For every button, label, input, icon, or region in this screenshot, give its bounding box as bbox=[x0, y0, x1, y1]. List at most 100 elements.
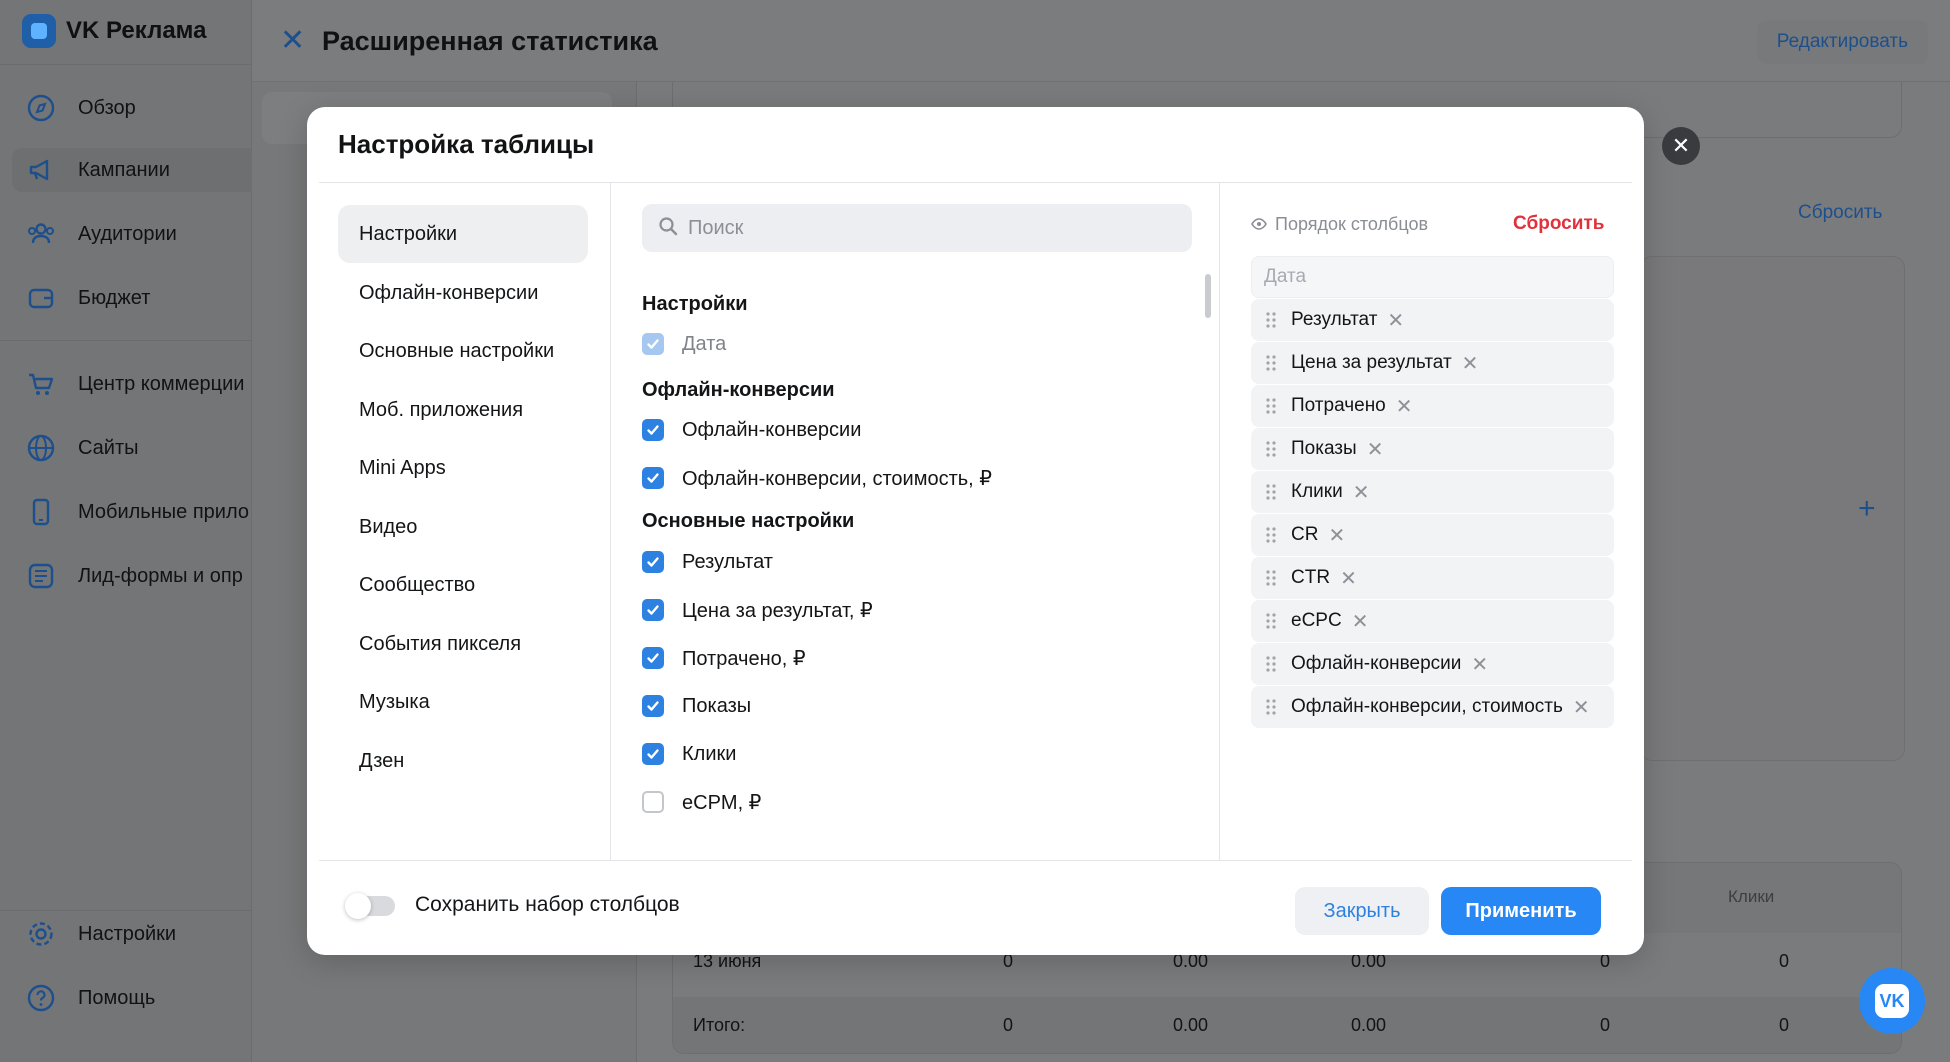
column-option-offline-conversions-cost[interactable]: Офлайн-конверсии, стоимость, ₽ bbox=[642, 463, 992, 493]
checkbox-checked[interactable] bbox=[642, 743, 664, 765]
edit-button[interactable]: Редактировать bbox=[1756, 20, 1928, 64]
column-option-ecpm[interactable]: eCPM, ₽ bbox=[642, 787, 761, 817]
drag-handle-icon[interactable] bbox=[1251, 613, 1291, 629]
search-input[interactable] bbox=[688, 216, 1168, 240]
sidebar-item-audiences[interactable]: Аудитории bbox=[24, 212, 252, 256]
close-button[interactable]: Закрыть bbox=[1295, 887, 1429, 935]
drag-handle-icon[interactable] bbox=[1251, 355, 1291, 371]
column-option-cost-per-result[interactable]: Цена за результат, ₽ bbox=[642, 595, 873, 625]
table-total-label: Итого: bbox=[693, 1015, 746, 1035]
drag-handle-icon[interactable] bbox=[1251, 441, 1291, 457]
add-icon[interactable]: + bbox=[1858, 492, 1876, 526]
column-option-label: Дата bbox=[682, 332, 727, 355]
column-chip-label: Офлайн-конверсии bbox=[1291, 653, 1462, 674]
save-columns-toggle[interactable] bbox=[345, 893, 395, 919]
apply-button[interactable]: Применить bbox=[1441, 887, 1601, 935]
drag-handle-icon[interactable] bbox=[1251, 699, 1291, 715]
users-icon bbox=[24, 217, 58, 251]
drag-handle-icon[interactable] bbox=[1251, 527, 1291, 543]
drag-handle-icon[interactable] bbox=[1251, 398, 1291, 414]
nav-item-main-settings[interactable]: Основные настройки bbox=[338, 322, 588, 380]
checkbox-checked[interactable] bbox=[642, 419, 664, 441]
remove-column-icon[interactable]: ✕ bbox=[1367, 437, 1384, 462]
modal-header-divider bbox=[319, 182, 1632, 183]
sidebar-item-overview[interactable]: Обзор bbox=[24, 86, 252, 130]
remove-column-icon[interactable]: ✕ bbox=[1471, 652, 1488, 677]
sidebar-item-label: Центр коммерции bbox=[78, 372, 245, 395]
save-columns-label: Сохранить набор столбцов bbox=[415, 893, 680, 916]
column-option-date: Дата bbox=[642, 329, 726, 359]
sidebar-item-commerce[interactable]: Центр коммерции bbox=[24, 362, 252, 406]
sidebar-item-label: Настройки bbox=[78, 922, 177, 945]
sidebar-item-label: Помощь bbox=[78, 986, 156, 1009]
nav-item-mobile-apps[interactable]: Моб. приложения bbox=[338, 381, 588, 439]
remove-column-icon[interactable]: ✕ bbox=[1462, 351, 1479, 376]
column-option-impressions[interactable]: Показы bbox=[642, 691, 751, 721]
column-option-result[interactable]: Результат bbox=[642, 547, 773, 577]
remove-column-icon[interactable]: ✕ bbox=[1387, 308, 1404, 333]
sidebar-item-sites[interactable]: Сайты bbox=[24, 426, 252, 470]
drag-handle-icon[interactable] bbox=[1251, 656, 1291, 672]
sidebar-item-campaigns[interactable]: Кампании bbox=[12, 148, 252, 192]
column-chip[interactable]: Офлайн-конверсии, стоимость ✕ bbox=[1251, 686, 1614, 728]
column-chip[interactable]: eCPC ✕ bbox=[1251, 600, 1614, 642]
column-chip[interactable]: CR ✕ bbox=[1251, 514, 1614, 556]
nav-item-video[interactable]: Видео bbox=[338, 498, 588, 556]
nav-item-pixel-events[interactable]: События пикселя bbox=[338, 615, 588, 673]
table-cell: 0 bbox=[1600, 1015, 1611, 1035]
column-chip[interactable]: CTR ✕ bbox=[1251, 557, 1614, 599]
search-box[interactable] bbox=[642, 204, 1192, 252]
column-chip-label: eCPC bbox=[1291, 610, 1342, 631]
nav-item-dzen[interactable]: Дзен bbox=[338, 732, 588, 790]
nav-item-mini-apps[interactable]: Mini Apps bbox=[338, 439, 588, 497]
vk-chat-button[interactable]: VK bbox=[1859, 968, 1925, 1034]
checkbox-checked[interactable] bbox=[642, 467, 664, 489]
checkbox-unchecked[interactable] bbox=[642, 791, 664, 813]
nav-item-offline-conversions[interactable]: Офлайн-конверсии bbox=[338, 264, 588, 322]
sidebar-item-help[interactable]: Помощь bbox=[24, 976, 252, 1020]
drag-handle-icon[interactable] bbox=[1251, 312, 1291, 328]
list-scrollbar[interactable] bbox=[1205, 274, 1211, 318]
remove-column-icon[interactable]: ✕ bbox=[1328, 523, 1345, 548]
sidebar-item-budget[interactable]: Бюджет bbox=[24, 276, 252, 320]
sidebar-item-label: Мобильные прило bbox=[78, 500, 249, 523]
remove-column-icon[interactable]: ✕ bbox=[1353, 480, 1370, 505]
background-reset-link[interactable]: Сбросить bbox=[1798, 202, 1882, 224]
close-page-icon[interactable]: ✕ bbox=[280, 26, 305, 56]
list-icon bbox=[24, 559, 58, 593]
checkbox-checked[interactable] bbox=[642, 599, 664, 621]
checkbox-checked[interactable] bbox=[642, 647, 664, 669]
remove-column-icon[interactable]: ✕ bbox=[1340, 566, 1357, 591]
column-chip[interactable]: Офлайн-конверсии ✕ bbox=[1251, 643, 1614, 685]
drag-handle-icon[interactable] bbox=[1251, 570, 1291, 586]
checkbox-checked[interactable] bbox=[642, 695, 664, 717]
checkbox-checked[interactable] bbox=[642, 551, 664, 573]
column-chip[interactable]: Клики ✕ bbox=[1251, 471, 1614, 513]
column-option-offline-conversions[interactable]: Офлайн-конверсии bbox=[642, 415, 861, 445]
drag-handle-icon[interactable] bbox=[1251, 484, 1291, 500]
modal-close-icon[interactable]: ✕ bbox=[1662, 127, 1700, 165]
nav-item-community[interactable]: Сообщество bbox=[338, 556, 588, 614]
remove-column-icon[interactable]: ✕ bbox=[1352, 609, 1369, 634]
column-chip[interactable]: Цена за результат ✕ bbox=[1251, 342, 1614, 384]
remove-column-icon[interactable]: ✕ bbox=[1396, 394, 1413, 419]
table-cell: 0 bbox=[1779, 951, 1790, 971]
column-chip[interactable]: Потрачено ✕ bbox=[1251, 385, 1614, 427]
phone-icon bbox=[24, 495, 58, 529]
section-title-settings: Настройки bbox=[642, 293, 748, 315]
column-chip[interactable]: Показы ✕ bbox=[1251, 428, 1614, 470]
remove-column-icon[interactable]: ✕ bbox=[1573, 695, 1590, 720]
reset-order-button[interactable]: Сбросить bbox=[1513, 213, 1604, 235]
sidebar-item-lead-forms[interactable]: Лид-формы и опр bbox=[24, 554, 252, 598]
modal-column-divider bbox=[610, 183, 611, 860]
column-option-spent[interactable]: Потрачено, ₽ bbox=[642, 643, 806, 673]
sidebar-item-mobile-apps[interactable]: Мобильные прило bbox=[24, 490, 252, 534]
brand[interactable]: VK Реклама bbox=[22, 14, 206, 48]
sidebar-item-settings[interactable]: Настройки bbox=[24, 912, 252, 956]
nav-item-settings[interactable]: Настройки bbox=[338, 205, 588, 263]
column-chip[interactable]: Результат ✕ bbox=[1251, 299, 1614, 341]
modal-column-divider bbox=[1219, 183, 1220, 860]
table-header-clicks[interactable]: Клики bbox=[1728, 887, 1774, 907]
nav-item-music[interactable]: Музыка bbox=[338, 673, 588, 731]
column-option-clicks[interactable]: Клики bbox=[642, 739, 736, 769]
